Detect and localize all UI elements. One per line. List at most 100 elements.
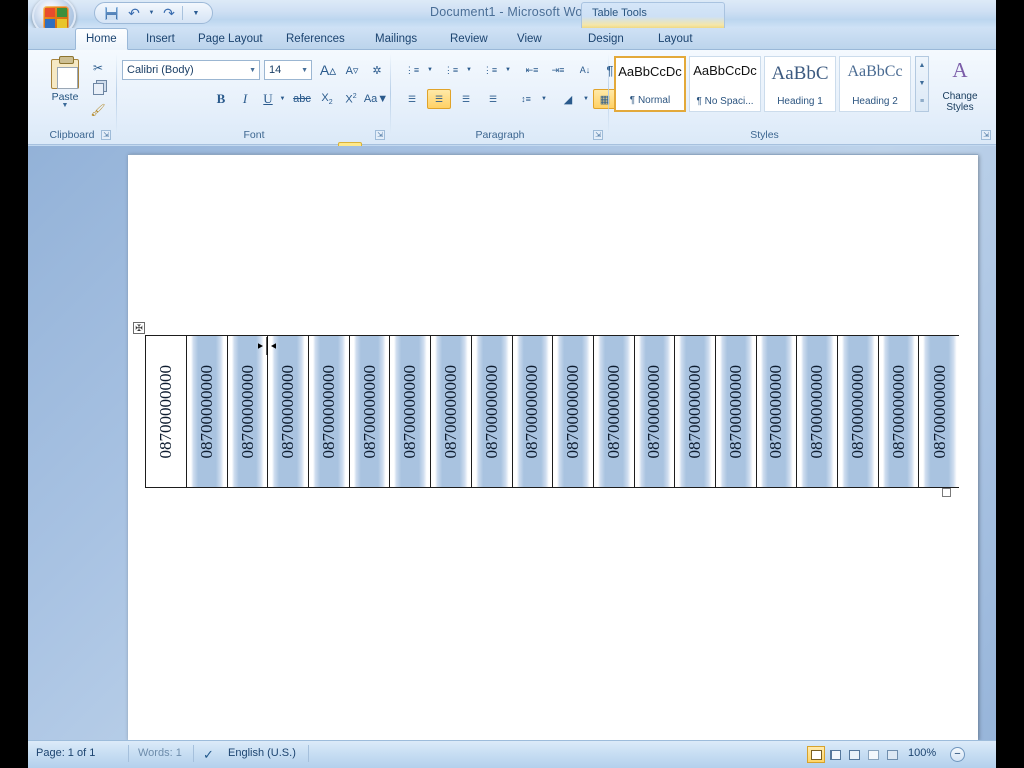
- align-center-button[interactable]: ☰: [427, 89, 451, 109]
- table-cell-text: 08700000000: [644, 364, 664, 459]
- tab-mailings[interactable]: Mailings: [365, 28, 427, 50]
- window-title: Document1 - Microsoft Word: [429, 5, 595, 19]
- view-print-layout[interactable]: [807, 746, 825, 763]
- justify-button[interactable]: ☰: [481, 89, 505, 109]
- table-cell[interactable]: 08700000000: [675, 336, 716, 487]
- chevron-down-icon: ▼: [279, 96, 286, 102]
- align-right-button[interactable]: ☰: [454, 89, 478, 109]
- scroll-down-icon[interactable]: ▼: [916, 75, 928, 93]
- table-cell-text: 08700000000: [563, 364, 583, 459]
- font-name-input[interactable]: Calibri (Body) ▼: [122, 60, 260, 80]
- sort-button[interactable]: A↓: [574, 60, 596, 80]
- align-left-button[interactable]: ☰: [400, 89, 424, 109]
- underline-dropdown-button[interactable]: ▼: [278, 92, 287, 106]
- proofing-status-icon[interactable]: ✓: [203, 747, 214, 763]
- table-resize-handle[interactable]: [942, 488, 951, 497]
- zoom-out-button[interactable]: −: [950, 747, 965, 762]
- table-cell[interactable]: 08700000000: [715, 336, 757, 487]
- scroll-up-icon[interactable]: ▲: [916, 57, 928, 75]
- table-cell[interactable]: 08700000000: [878, 336, 920, 487]
- font-size-input[interactable]: 14 ▼: [264, 60, 312, 80]
- table-cell[interactable]: 08700000000: [309, 336, 350, 487]
- chevron-down-icon[interactable]: ▼: [301, 67, 308, 74]
- shading-button[interactable]: ◢: [556, 89, 580, 109]
- table-cell[interactable]: 08700000000: [838, 336, 879, 487]
- table-cell[interactable]: 08700000000: [187, 336, 228, 487]
- subscript-button[interactable]: X2: [316, 89, 338, 109]
- grow-font-button[interactable]: A▵: [316, 60, 340, 80]
- page-indicator[interactable]: Page: 1 of 1: [36, 747, 95, 759]
- clear-formatting-button[interactable]: ✲: [366, 60, 388, 80]
- table-cell[interactable]: 08700000000: [227, 336, 269, 487]
- chevron-down-icon[interactable]: ▼: [249, 67, 256, 74]
- table-cell[interactable]: 08700000000: [349, 336, 391, 487]
- cut-button[interactable]: ✂: [88, 58, 108, 77]
- table-cell[interactable]: 08700000000: [471, 336, 513, 487]
- table-move-handle[interactable]: ✠: [133, 322, 145, 334]
- bullets-button[interactable]: ⋮≡: [400, 60, 424, 80]
- table-cell[interactable]: 08700000000: [268, 336, 310, 487]
- change-case-button[interactable]: Aa▼: [364, 89, 388, 109]
- styles-more-icon[interactable]: ≡: [916, 93, 928, 111]
- word-count[interactable]: Words: 1: [138, 747, 182, 759]
- line-spacing-dropdown-button[interactable]: ▼: [539, 89, 549, 109]
- tab-home[interactable]: Home: [75, 28, 128, 50]
- table-cell[interactable]: 08700000000: [146, 336, 187, 487]
- tab-page-layout[interactable]: Page Layout: [188, 28, 273, 50]
- view-outline[interactable]: [864, 746, 882, 763]
- shading-dropdown-button[interactable]: ▼: [581, 89, 591, 109]
- font-dialog-launcher[interactable]: ⇲: [375, 130, 385, 140]
- italic-button[interactable]: I: [235, 89, 255, 109]
- table-cell[interactable]: 08700000000: [512, 336, 554, 487]
- styles-dialog-launcher[interactable]: ⇲: [981, 130, 991, 140]
- word-table[interactable]: 08700000000 08700000000 08700000000 0870000…: [145, 335, 961, 488]
- clipboard-dialog-launcher[interactable]: ⇲: [101, 130, 111, 140]
- style-heading-2[interactable]: AaBbCc Heading 2: [839, 56, 911, 112]
- tab-layout[interactable]: Layout: [648, 28, 703, 50]
- tab-insert[interactable]: Insert: [136, 28, 185, 50]
- view-web-layout[interactable]: [845, 746, 863, 763]
- tab-view[interactable]: View: [507, 28, 552, 50]
- style-no-spacing[interactable]: AaBbCcDc ¶ No Spaci...: [689, 56, 761, 112]
- language-indicator[interactable]: English (U.S.): [228, 747, 296, 759]
- strikethrough-button[interactable]: abc: [290, 89, 314, 109]
- change-styles-button[interactable]: A Change Styles: [934, 56, 986, 116]
- paragraph-dialog-launcher[interactable]: ⇲: [593, 130, 603, 140]
- table-cell[interactable]: 08700000000: [593, 336, 635, 487]
- decrease-indent-button[interactable]: ⇤≡: [520, 60, 544, 80]
- underline-button[interactable]: U: [258, 89, 278, 109]
- view-full-screen-reading[interactable]: [826, 746, 844, 763]
- document-page[interactable]: ✠ 08700000000 08700000000 08700000000 08700…: [128, 154, 978, 740]
- table-cell[interactable]: 08700000000: [390, 336, 432, 487]
- copy-button[interactable]: [88, 79, 108, 98]
- shrink-font-button[interactable]: A▿: [341, 60, 363, 80]
- line-spacing-button[interactable]: ↕≡: [514, 89, 538, 109]
- tab-references[interactable]: References: [276, 28, 355, 50]
- status-divider-1: [128, 745, 129, 762]
- bullets-dropdown-button[interactable]: ▼: [425, 60, 435, 80]
- table-cell[interactable]: 08700000000: [797, 336, 838, 487]
- table-cell[interactable]: 08700000000: [634, 336, 676, 487]
- table-cell-text: 08700000000: [847, 364, 867, 459]
- zoom-level[interactable]: 100%: [908, 747, 936, 759]
- bold-button[interactable]: B: [210, 89, 232, 109]
- style-heading-1[interactable]: AaBbC Heading 1: [764, 56, 836, 112]
- table-cell[interactable]: 08700000000: [431, 336, 472, 487]
- numbering-dropdown-button[interactable]: ▼: [464, 60, 474, 80]
- table-cell[interactable]: 08700000000: [553, 336, 594, 487]
- view-draft[interactable]: [883, 746, 901, 763]
- superscript-button[interactable]: X2: [340, 89, 362, 109]
- paste-button[interactable]: Paste ▼: [42, 56, 88, 118]
- multilevel-list-button[interactable]: ⋮≡: [478, 60, 502, 80]
- multilevel-dropdown-button[interactable]: ▼: [503, 60, 513, 80]
- table-cell[interactable]: 08700000000: [919, 336, 961, 487]
- document-canvas[interactable]: ✠ 08700000000 08700000000 08700000000 08700…: [28, 146, 996, 740]
- numbering-button[interactable]: ⋮≡: [439, 60, 463, 80]
- format-painter-button[interactable]: 🖌: [88, 100, 108, 119]
- tab-review[interactable]: Review: [440, 28, 498, 50]
- style-normal[interactable]: AaBbCcDc ¶ Normal: [614, 56, 686, 112]
- styles-gallery-scroll[interactable]: ▲ ▼ ≡: [915, 56, 929, 112]
- increase-indent-button[interactable]: ⇥≡: [546, 60, 570, 80]
- table-cell[interactable]: 08700000000: [756, 336, 798, 487]
- tab-design[interactable]: Design: [578, 28, 634, 50]
